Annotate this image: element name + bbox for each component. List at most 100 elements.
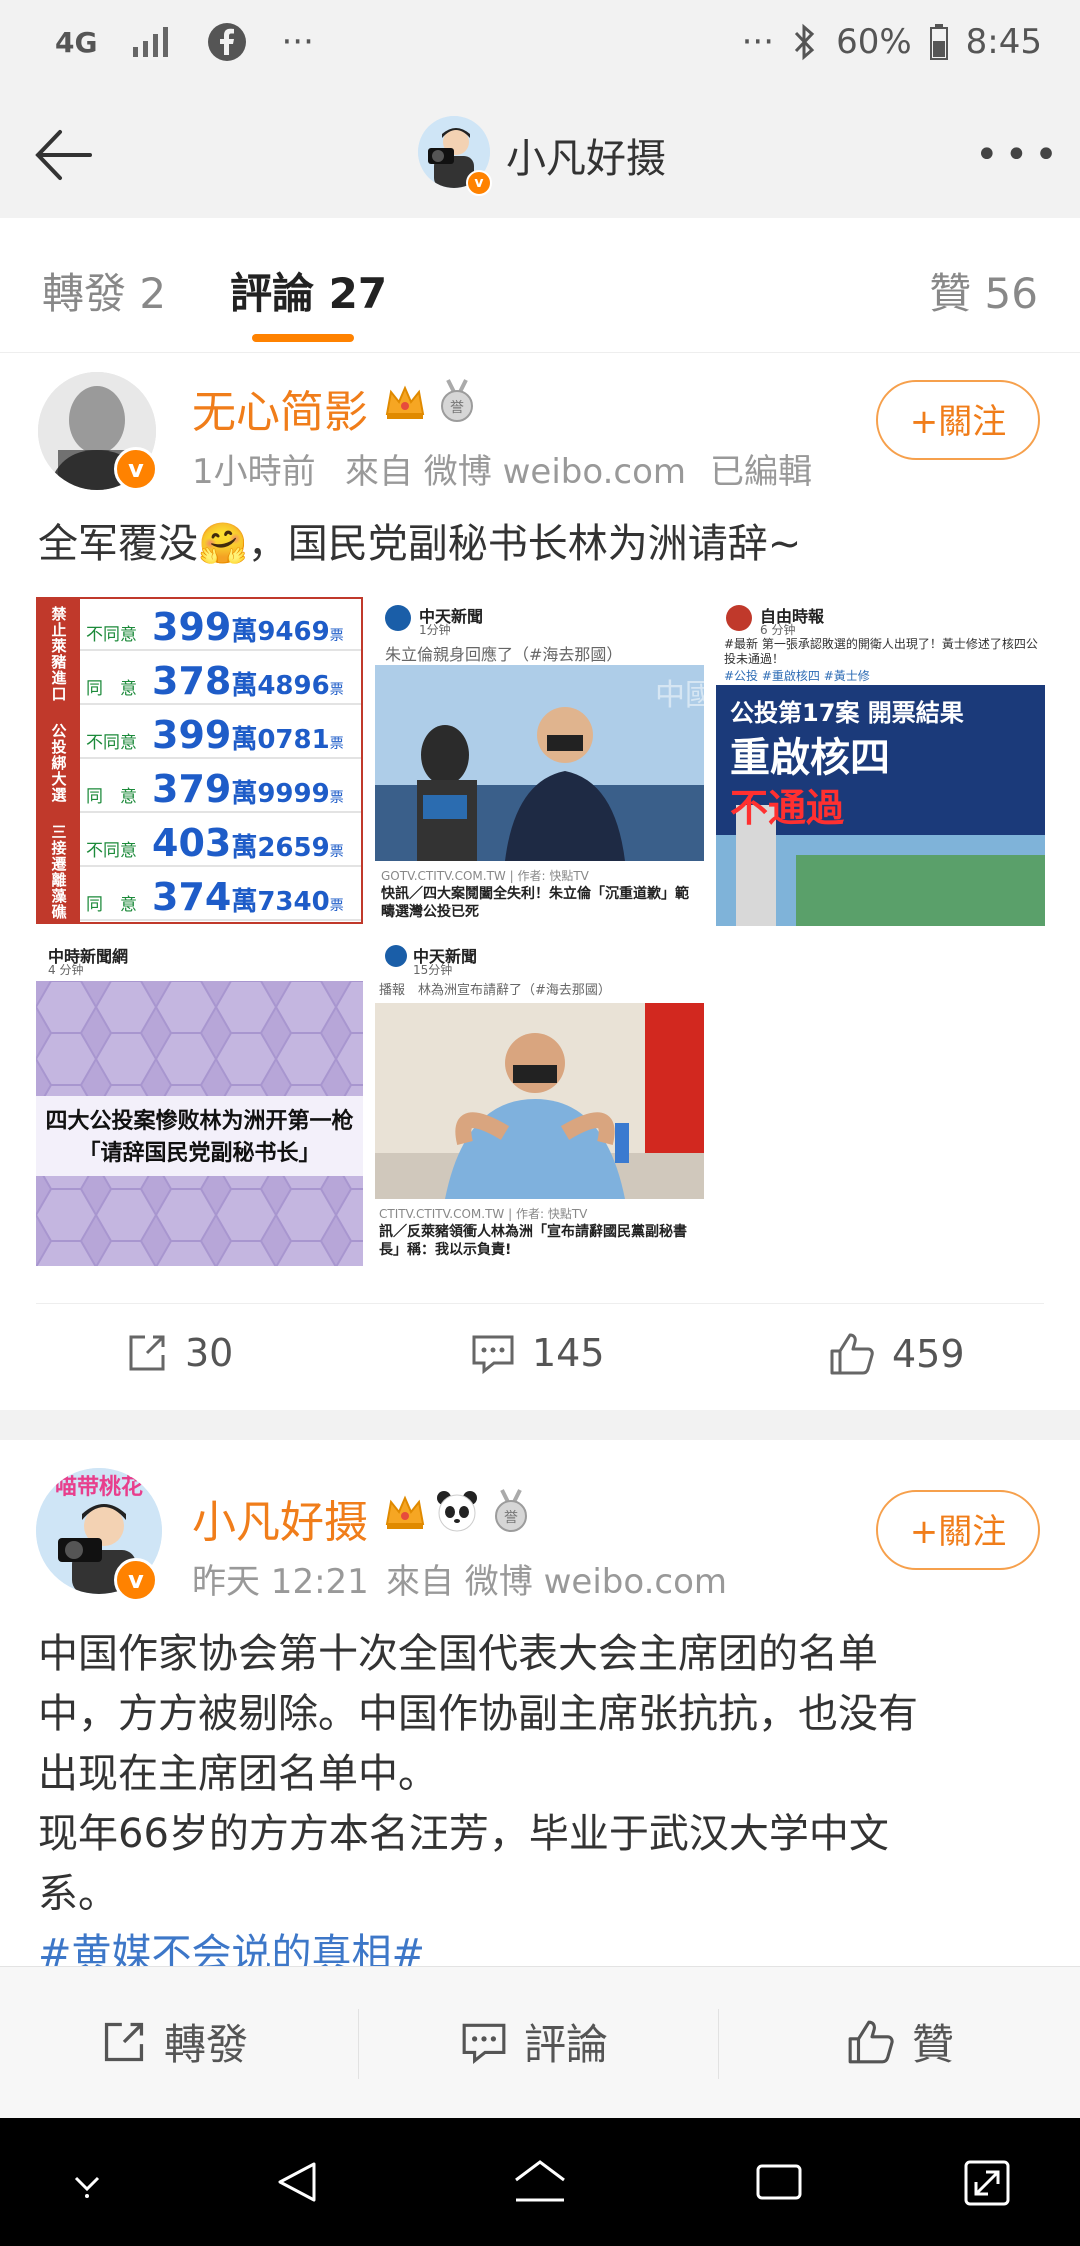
battery-icon: [929, 24, 948, 60]
edited-label: 已編輯: [710, 452, 812, 492]
bluetooth-icon: [794, 23, 815, 61]
post-time: 昨天 12:21: [192, 1562, 369, 1602]
clock: 8:45: [965, 22, 1042, 62]
vote-number-minor: 萬9999: [231, 779, 330, 809]
divider: [718, 2009, 719, 2079]
crown-icon: [385, 385, 425, 419]
news-time: 4 分钟: [48, 963, 84, 977]
news-logo-icon: [726, 605, 752, 631]
vote-unit: 票: [329, 844, 344, 860]
vote-rows: 不同意 399 萬9469 票同 意 378 萬4896 票不同意 399 萬0781 票同 意3…: [80, 599, 361, 922]
thumbs-up-icon: [830, 1333, 874, 1375]
comment-button[interactable]: 評論: [460, 2011, 608, 2072]
post-text-line: 系。: [38, 1871, 118, 1917]
post-image-news-3[interactable]: 中時新聞網 4 分钟 四大公投案惨败林为洲开第一枪 「请辞国民党副秘书长」: [36, 939, 363, 1266]
vote-unit: 票: [329, 736, 344, 752]
news-url: GOTV.CTITV.COM.TW | 作者: 快點TV: [381, 869, 589, 883]
news-caption: 朱立倫親身回應了（#海去那國）: [385, 645, 623, 664]
expand-icon[interactable]: [960, 2156, 1014, 2210]
header-bar: v 小凡好摄 •••: [0, 90, 1080, 219]
divider: [358, 2009, 359, 2079]
post-text-line: 中国作家协会第十次全国代表大会主席团的名单: [38, 1631, 878, 1677]
repost-action[interactable]: 30: [125, 1331, 233, 1375]
verified-badge-icon: v: [114, 1558, 158, 1602]
vote-number-major: 399: [152, 605, 232, 649]
news-photo: 公投第17案 開票結果 重啟核四 不通過: [716, 685, 1045, 926]
news-logo-icon: [385, 605, 411, 631]
news-caption: #最新 第一張承認敗選的開衛人出現了！黃士修述了核四公投未通過！: [724, 637, 1038, 666]
like-count: 459: [892, 1332, 965, 1376]
svg-text:喵带桃花: 喵带桃花: [55, 1474, 143, 1500]
post-separator: [0, 1410, 1080, 1440]
news-headline: 訊／反萊豬領衝人林為洲「宣布請辭國民黨副秘書長」稱：我以示負責!: [379, 1224, 687, 1258]
headline-main: 重啟核四: [730, 735, 890, 781]
post-text-line: 出现在主席团名单中。: [38, 1751, 438, 1797]
vote-category-label: 公投綁大選: [49, 722, 68, 803]
signal-bars-icon: [133, 27, 169, 57]
back-arrow-icon[interactable]: [28, 118, 102, 192]
comment-icon: [472, 1335, 514, 1375]
vote-unit: 票: [329, 682, 344, 698]
follow-button[interactable]: +關注: [876, 1490, 1040, 1570]
bottom-action-bar: 轉發 評論 贊: [0, 1966, 1080, 2119]
news-tags: #公投 #重啟核四 #黃士修: [724, 669, 870, 683]
follow-button[interactable]: +關注: [876, 380, 1040, 460]
recent-apps-icon[interactable]: [752, 2156, 806, 2208]
repost-label: 轉發: [164, 2020, 249, 2069]
post-text: 全军覆没🤗，国民党副秘书长林为洲请辞~: [38, 521, 802, 567]
vote-row: 同 意 379 萬9999 票: [80, 761, 361, 813]
tab-comments[interactable]: 評論 27: [230, 260, 387, 321]
repost-button[interactable]: 轉發: [100, 2011, 248, 2072]
like-action[interactable]: 459: [828, 1331, 965, 1377]
repost-count: 30: [185, 1331, 234, 1375]
svg-text:誉: 誉: [504, 1510, 518, 1526]
post-text-line: 中，方方被剔除。中国作协副主席张抗抗，也没有: [38, 1691, 918, 1737]
like-label: 贊: [912, 2020, 955, 2069]
panda-icon: [437, 1491, 477, 1532]
headline-2: 「请辞国民党副秘书长」: [78, 1141, 321, 1166]
post-image-vote-results[interactable]: 禁止萊豬進口 公投綁大選 三接遷離藻礁 不同意 399 萬9469 票同 意 378 萬489…: [36, 597, 363, 924]
vote-number-major: 374: [152, 875, 232, 919]
headline-result: 不通過: [730, 786, 845, 830]
post-image-news-1[interactable]: 中天新聞 1分钟 朱立倫親身回應了（#海去那國） 中國 GOTV.CTITV.C…: [375, 597, 704, 926]
home-icon[interactable]: [510, 2156, 570, 2208]
username[interactable]: 小凡好摄: [192, 1486, 368, 1550]
tab-likes[interactable]: 贊 56: [929, 260, 1038, 321]
vote-unit: 票: [329, 898, 344, 914]
username[interactable]: 无心简影: [192, 376, 368, 440]
verified-badge-icon: v: [466, 170, 492, 196]
vote-number-major: 399: [152, 713, 232, 757]
comment-count: 145: [532, 1331, 605, 1375]
svg-text:誉: 誉: [450, 400, 464, 416]
chevron-down-icon[interactable]: [62, 2156, 112, 2206]
like-button[interactable]: 贊: [846, 2011, 954, 2072]
news-logo-icon: [385, 945, 407, 967]
crown-icon: [385, 1495, 425, 1529]
page-title: 小凡好摄: [506, 136, 666, 182]
back-triangle-icon[interactable]: [272, 2156, 324, 2208]
vote-number-major: 403: [152, 821, 232, 865]
news-photo: 中國: [375, 665, 704, 861]
post-image-news-4[interactable]: 中天新聞 15分钟 播報 林為洲宣布請辭了（#海去那國） CTITV.CTITV…: [375, 939, 704, 1266]
post-image-news-2[interactable]: 自由時報 6 分钟 #最新 第一張承認敗選的開衛人出現了！黃士修述了核四公投未通…: [716, 597, 1045, 926]
vote-category-labels: 禁止萊豬進口公投綁大選三接遷離藻礁: [38, 599, 80, 922]
vote-category-label: 禁止萊豬進口: [49, 605, 68, 702]
vote-unit: 票: [329, 628, 344, 644]
post-source: 來自 微博 weibo.com: [386, 1562, 727, 1602]
more-options-button[interactable]: •••: [975, 132, 1064, 178]
vote-category-label: 三接遷離藻礁: [49, 823, 68, 920]
news-url: CTITV.CTITV.COM.TW | 作者: 快點TV: [379, 1207, 588, 1221]
comment-icon: [462, 2023, 506, 2064]
vote-number-major: 378: [152, 659, 232, 703]
vote-unit: 票: [329, 790, 344, 806]
news-time: 15分钟: [413, 963, 453, 977]
comment-action[interactable]: 145: [470, 1331, 605, 1375]
post-time: 1小時前: [192, 452, 316, 492]
medal-icon: 誉: [495, 1489, 527, 1532]
facebook-icon: [208, 23, 247, 61]
system-nav-bar: [0, 2118, 1080, 2246]
vote-number-minor: 萬9469: [231, 617, 330, 647]
vote-row: 不同意 399 萬0781 票: [80, 707, 361, 759]
vote-label: 同 意: [86, 679, 137, 699]
tab-reposts[interactable]: 轉發 2: [42, 260, 166, 321]
